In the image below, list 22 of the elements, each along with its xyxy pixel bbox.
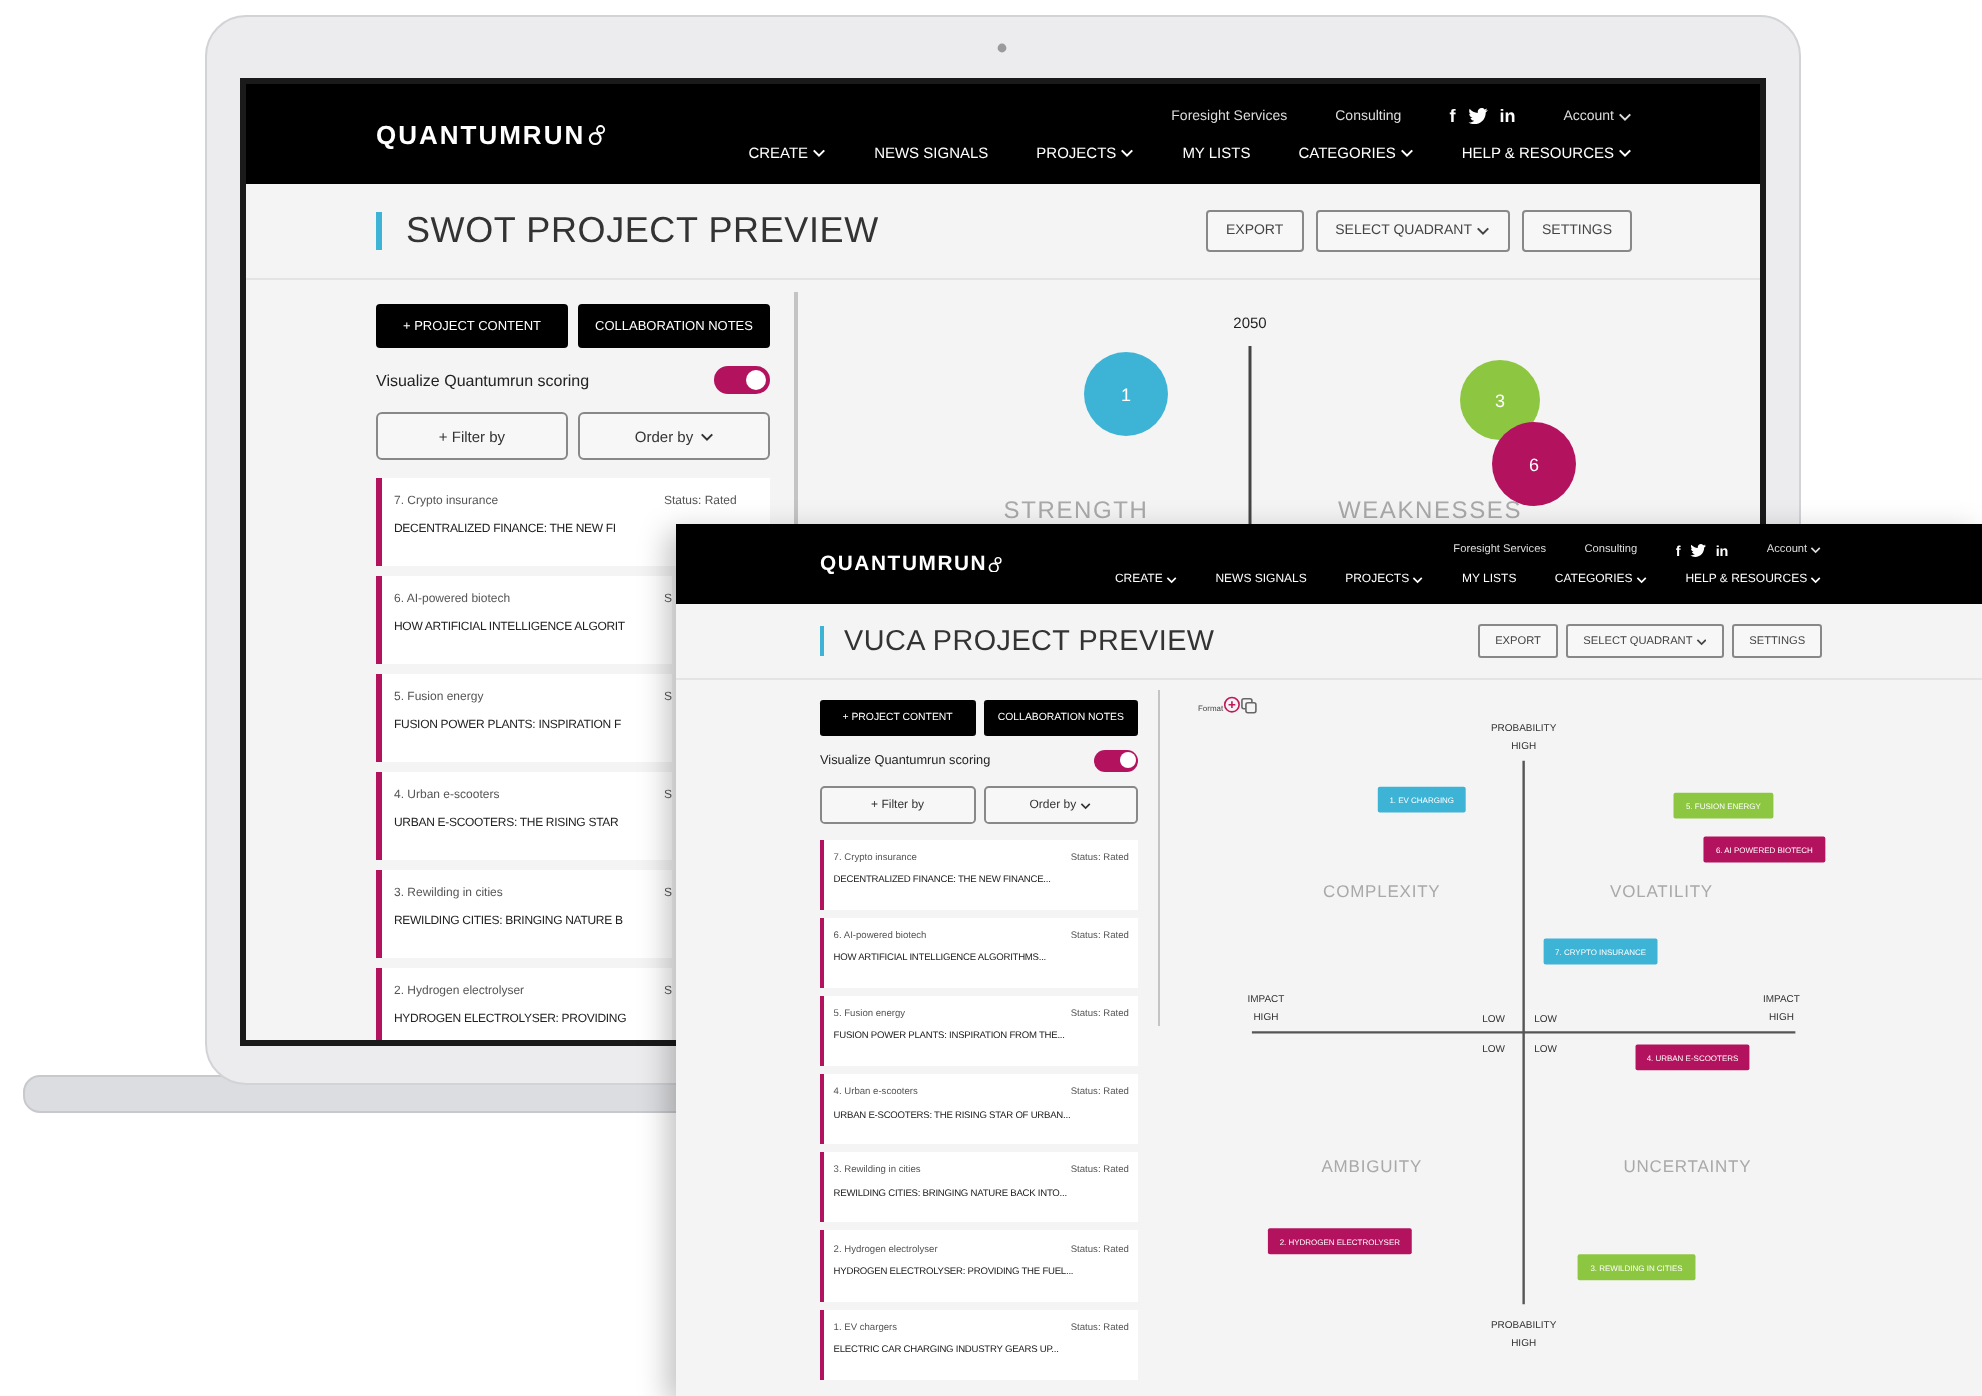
social-link[interactable]: f xyxy=(1449,106,1456,126)
page-title: SWOT PROJECT PREVIEW xyxy=(406,210,879,252)
quadrant-label: UNCERTAINTY xyxy=(1623,1157,1752,1178)
page-title: VUCA PROJECT PREVIEW xyxy=(843,625,1215,658)
format-add-icon[interactable] xyxy=(1224,697,1241,714)
social-link[interactable]: in xyxy=(1715,541,1729,560)
accent-bar xyxy=(820,626,825,657)
toggle-label: Visualize Quantumrun scoring xyxy=(376,371,590,389)
twitter-icon[interactable] xyxy=(1690,544,1707,558)
quadrant-label: STRENGTH xyxy=(1003,496,1149,524)
quadrant-label: VOLATILITY xyxy=(1610,881,1714,902)
toggle-switch[interactable] xyxy=(1093,749,1139,772)
twitter-icon[interactable] xyxy=(1467,108,1488,124)
accent-bar xyxy=(376,212,382,250)
logo[interactable]: QUANTUMRUN xyxy=(376,119,606,149)
quadrant-label: COMPLEXITY xyxy=(1323,881,1441,902)
logo[interactable]: QUANTUMRUN xyxy=(820,553,1004,575)
social-link[interactable]: f xyxy=(1675,541,1681,560)
toggle-switch[interactable] xyxy=(714,366,770,394)
copy-icon[interactable] xyxy=(1241,698,1258,715)
social-link[interactable]: in xyxy=(1499,106,1516,126)
quadrant-label: AMBIGUITY xyxy=(1321,1157,1423,1178)
